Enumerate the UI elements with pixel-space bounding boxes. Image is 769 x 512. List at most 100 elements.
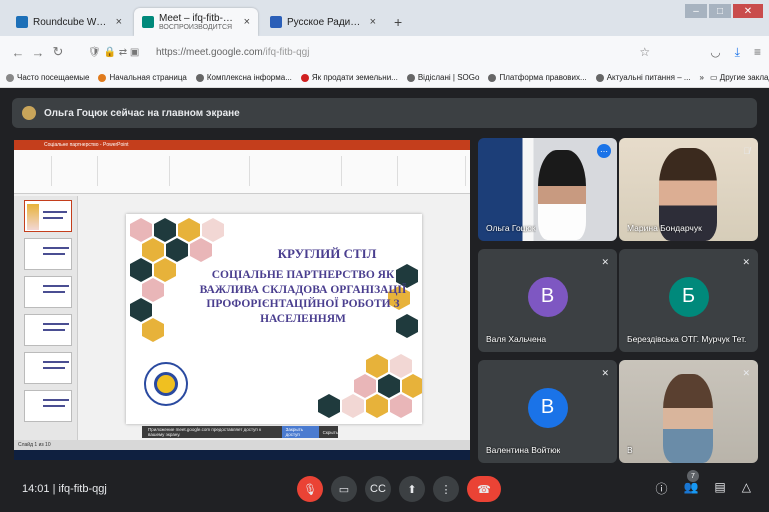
participant-name: В	[627, 445, 633, 455]
slide-thumbnail[interactable]	[24, 314, 72, 346]
participant-name: Ольга Гоцюк	[486, 223, 536, 233]
site-info-icons[interactable]: 🛡 🔒 ⇄ ▣	[88, 47, 148, 58]
pocket-icon[interactable]: ◡	[710, 45, 720, 60]
participant-avatar: Б	[668, 276, 709, 317]
presenter-banner: Ольга Гоцюк сейчас на главном экране	[12, 98, 757, 128]
window-controls: – □ ✕	[683, 4, 763, 18]
presenter-banner-text: Ольга Гоцюк сейчас на главном экране	[44, 107, 240, 119]
roundcube-favicon-icon	[16, 16, 28, 28]
browser-toolbar: ← → ↻ 🛡 🔒 ⇄ ▣ https://meet.google.com/if…	[0, 36, 769, 68]
reload-icon[interactable]: ↻	[48, 44, 68, 60]
radio-favicon-icon	[270, 16, 282, 28]
participant-tile[interactable]: В ✕ Валя Хальчена	[478, 249, 617, 352]
close-tab-icon[interactable]: ×	[370, 16, 376, 28]
bookmark-item[interactable]: Як продати земельни...	[300, 73, 398, 82]
employment-center-logo-icon	[144, 362, 188, 406]
call-controls: 🎙 ▭ CC ⬆ ⋮ ☎	[297, 476, 501, 502]
downloads-icon[interactable]: ⤓	[735, 45, 740, 60]
decorative-hexagon	[142, 318, 164, 342]
slide-thumbnails	[14, 196, 78, 440]
more-options-button[interactable]: ⋮	[433, 476, 459, 502]
bookmark-item[interactable]: Комплексна інформа...	[195, 73, 292, 82]
more-options-icon[interactable]: ⋯	[597, 144, 611, 158]
address-bar[interactable]: https://meet.google.com/ifq-fitb-qgj	[156, 41, 631, 63]
browser-tab-bar: Roundcube Webmail :: Входящ... × Meet – …	[0, 0, 769, 36]
bookmark-item[interactable]: Відіслані | SOGo	[406, 73, 479, 82]
slide-thumbnail[interactable]	[24, 276, 72, 308]
bookmarks-bar: Часто посещаемые Начальная страница Комп…	[0, 68, 769, 88]
side-controls: ⓘ 👥 ▤ △	[655, 480, 751, 497]
close-tab-icon[interactable]: ×	[244, 16, 250, 28]
slide-thumbnail[interactable]	[24, 238, 72, 270]
activities-icon[interactable]: △	[742, 480, 751, 497]
slide-thumbnail[interactable]	[24, 200, 72, 232]
participant-tile[interactable]: 🎙̸ Марина Бондарчук	[619, 138, 758, 241]
mic-off-icon: ✕	[742, 257, 750, 267]
folder-icon: ▭	[710, 73, 720, 82]
participant-avatar: В	[527, 387, 568, 428]
forward-icon[interactable]: →	[28, 45, 48, 60]
decorative-hexagon	[130, 258, 152, 282]
people-icon[interactable]: 👥	[683, 480, 698, 497]
decorative-hexagon	[142, 278, 164, 302]
tab-playing-label: ВОСПРОИЗВОДИТСЯ	[159, 23, 233, 31]
tab-title: Roundcube Webmail :: Входящ...	[33, 16, 108, 28]
stop-sharing-button[interactable]: Закрыть доступ	[281, 426, 319, 438]
back-icon[interactable]: ←	[8, 45, 28, 60]
decorative-hexagon	[390, 394, 412, 418]
chevron-right-icon[interactable]: »	[700, 73, 704, 82]
shared-screen[interactable]: Соціальне партнерство - PowerPoint КРУГЛ…	[14, 140, 470, 460]
captions-button[interactable]: CC	[365, 476, 391, 502]
decorative-hexagon	[318, 394, 340, 418]
close-window-icon[interactable]: ✕	[733, 4, 763, 18]
slide-body: СОЦІАЛЬНЕ ПАРТНЕРСТВО ЯК ВАЖЛИВА СКЛАДОВ…	[199, 269, 407, 325]
close-tab-icon[interactable]: ×	[116, 16, 122, 28]
decorative-hexagon	[390, 354, 412, 378]
powerpoint-title-bar: Соціальне партнерство - PowerPoint	[14, 140, 470, 150]
new-tab-button[interactable]: +	[388, 8, 408, 36]
decorative-hexagon	[342, 394, 364, 418]
bookmark-star-icon[interactable]: ☆	[639, 45, 650, 59]
chat-icon[interactable]: ▤	[714, 480, 725, 497]
decorative-hexagon	[130, 218, 152, 242]
tab-roundcube[interactable]: Roundcube Webmail :: Входящ... ×	[8, 8, 130, 36]
globe-icon	[406, 73, 415, 82]
participant-tile[interactable]: ⋯ Ольга Гоцюк	[478, 138, 617, 241]
participant-tile[interactable]: ✕ В	[619, 360, 758, 463]
tab-meet[interactable]: Meet – ifq-fitb-qgj ВОСПРОИЗВОДИТСЯ ×	[134, 8, 258, 36]
screen-share-notice: Приложение meet.google.com предоставляет…	[142, 426, 338, 438]
firefox-icon	[98, 73, 107, 82]
slide: КРУГЛИЙ СТІЛ СОЦІАЛЬНЕ ПАРТНЕРСТВО ЯК ВА…	[126, 214, 422, 424]
decorative-hexagon	[402, 374, 422, 398]
info-icon[interactable]: ⓘ	[655, 480, 667, 497]
share-notice-text: Приложение meet.google.com предоставляет…	[148, 427, 262, 437]
slide-thumbnail[interactable]	[24, 390, 72, 422]
avatar	[22, 106, 36, 120]
tab-radio[interactable]: Русское Радио Украина ×	[262, 8, 384, 36]
menu-icon[interactable]: ≡	[754, 45, 761, 60]
camera-toggle-button[interactable]: ▭	[331, 476, 357, 502]
url-path: /ifq-fitb-qgj	[262, 46, 310, 58]
bookmark-favicon-icon	[300, 73, 309, 82]
leave-call-button[interactable]: ☎	[467, 476, 501, 502]
mic-toggle-button[interactable]: 🎙	[297, 476, 323, 502]
participant-tile[interactable]: В ✕ Валентина Войтюк	[478, 360, 617, 463]
participant-name: Берездівська ОТГ. Мурчук Тет...	[627, 334, 747, 344]
decorative-hexagon	[166, 238, 188, 262]
hide-notice-button[interactable]: Скрыть	[323, 430, 338, 435]
bookmark-item[interactable]: Актуальні питання – ...	[595, 73, 691, 82]
present-button[interactable]: ⬆	[399, 476, 425, 502]
bookmark-item[interactable]: Начальная страница	[98, 73, 187, 82]
bookmark-item[interactable]: Часто посещаемые	[6, 73, 89, 82]
minimize-icon[interactable]: –	[685, 4, 707, 18]
participant-tile[interactable]: Б ✕ Берездівська ОТГ. Мурчук Тет...	[619, 249, 758, 352]
mic-off-icon: ✕	[601, 257, 609, 267]
maximize-icon[interactable]: □	[709, 4, 731, 18]
windows-taskbar	[14, 450, 470, 460]
meeting-info: 14:01 | ifq-fitb-qgj	[22, 483, 107, 495]
bookmark-item[interactable]: Платформа правових...	[488, 73, 587, 82]
decorative-hexagon	[366, 394, 388, 418]
clock: 14:01	[22, 483, 50, 495]
slide-thumbnail[interactable]	[24, 352, 72, 384]
other-bookmarks[interactable]: ▭ Другие закладки	[710, 73, 769, 82]
